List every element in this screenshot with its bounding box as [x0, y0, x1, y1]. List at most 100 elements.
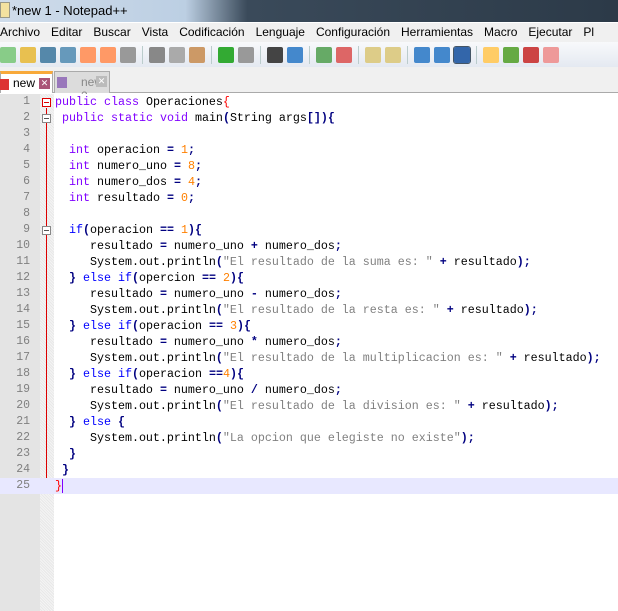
- zoom-in-icon[interactable]: [316, 46, 332, 63]
- code-text[interactable]: }: [55, 447, 76, 461]
- code-line[interactable]: 1 public class Operaciones{: [0, 94, 618, 110]
- sync-v-icon[interactable]: [365, 46, 381, 63]
- indent-guide-icon[interactable]: [453, 45, 471, 64]
- code-text[interactable]: if(operacion == 1){: [55, 223, 202, 237]
- copy-icon[interactable]: [169, 46, 185, 63]
- code-line[interactable]: 3: [0, 126, 618, 142]
- menu-buscar[interactable]: Buscar: [87, 23, 135, 39]
- code-line[interactable]: 25}: [0, 478, 618, 494]
- code-line[interactable]: 10 resultado = numero_uno + numero_dos;: [0, 238, 618, 254]
- code-text[interactable]: int numero_dos = 4;: [55, 175, 202, 189]
- menu-editar[interactable]: Editar: [45, 23, 87, 39]
- code-line[interactable]: 2 public static void main(String args[])…: [0, 110, 618, 126]
- fold-toggle-icon[interactable]: [42, 98, 51, 107]
- line-number: 9: [23, 223, 30, 236]
- code-text[interactable]: System.out.println("La opcion que elegis…: [55, 431, 475, 445]
- menu-archivo[interactable]: Archivo: [0, 23, 45, 39]
- code-text[interactable]: }: [55, 463, 69, 477]
- code-line[interactable]: 23 }: [0, 446, 618, 462]
- fold-toggle-icon[interactable]: [42, 114, 51, 123]
- doc-map-icon[interactable]: [503, 46, 519, 63]
- code-text[interactable]: resultado = numero_uno * numero_dos;: [55, 335, 342, 349]
- redo-icon[interactable]: [238, 46, 254, 63]
- close-icon[interactable]: [80, 46, 96, 63]
- code-line[interactable]: 21 } else {: [0, 414, 618, 430]
- sync-h-icon[interactable]: [385, 46, 401, 63]
- print-icon[interactable]: [120, 46, 136, 63]
- new-icon[interactable]: [0, 46, 16, 63]
- code-line[interactable]: 22 System.out.println("La opcion que ele…: [0, 430, 618, 446]
- code-text[interactable]: public class Operaciones{: [55, 95, 230, 109]
- code-line[interactable]: 18 } else if(operacion ==4){: [0, 366, 618, 382]
- function-list-icon[interactable]: [523, 46, 539, 63]
- find-icon[interactable]: [267, 46, 283, 63]
- code-line[interactable]: 4 int operacion = 1;: [0, 142, 618, 158]
- line-number: 23: [16, 447, 30, 460]
- code-text[interactable]: }: [55, 479, 63, 493]
- unsaved-file-icon: [0, 79, 9, 90]
- code-text[interactable]: int numero_uno = 8;: [55, 159, 202, 173]
- code-line[interactable]: 19 resultado = numero_uno / numero_dos;: [0, 382, 618, 398]
- tab-new-1[interactable]: new 1 ✕: [0, 71, 53, 93]
- code-text[interactable]: } else if(operacion ==4){: [55, 367, 244, 381]
- code-text[interactable]: System.out.println("El resultado de la s…: [55, 255, 531, 269]
- code-text[interactable]: resultado = numero_uno + numero_dos;: [55, 239, 342, 253]
- line-number: 14: [16, 303, 30, 316]
- line-number: 11: [16, 255, 30, 268]
- code-line[interactable]: 17 System.out.println("El resultado de l…: [0, 350, 618, 366]
- cut-icon[interactable]: [149, 46, 165, 63]
- zoom-out-icon[interactable]: [336, 46, 352, 63]
- menu-configuración[interactable]: Configuración: [310, 23, 395, 39]
- replace-icon[interactable]: [287, 46, 303, 63]
- close-tab-icon[interactable]: ✕: [96, 76, 107, 87]
- user-lang-icon[interactable]: [483, 46, 499, 63]
- fold-toggle-icon[interactable]: [42, 226, 51, 235]
- paste-icon[interactable]: [189, 46, 205, 63]
- code-line[interactable]: 11 System.out.println("El resultado de l…: [0, 254, 618, 270]
- save-all-icon[interactable]: [60, 46, 76, 63]
- code-line[interactable]: 9 if(operacion == 1){: [0, 222, 618, 238]
- code-text[interactable]: System.out.println("El resultado de la d…: [55, 399, 559, 413]
- menu-herramientas[interactable]: Herramientas: [395, 23, 478, 39]
- save-icon[interactable]: [40, 46, 56, 63]
- undo-icon[interactable]: [218, 46, 234, 63]
- code-line[interactable]: 24 }: [0, 462, 618, 478]
- menu-macro[interactable]: Macro: [478, 23, 522, 39]
- menu-ejecutar[interactable]: Ejecutar: [522, 23, 577, 39]
- menu-pl[interactable]: Pl: [577, 23, 599, 39]
- code-line[interactable]: 20 System.out.println("El resultado de l…: [0, 398, 618, 414]
- code-text[interactable]: resultado = numero_uno - numero_dos;: [55, 287, 342, 301]
- code-text[interactable]: resultado = numero_uno / numero_dos;: [55, 383, 342, 397]
- tab-new-2[interactable]: new 2✕: [54, 71, 110, 103]
- menu-lenguaje[interactable]: Lenguaje: [250, 23, 310, 39]
- tab-bar: new 1✕ new 2✕: [0, 67, 618, 103]
- menu-codificación[interactable]: Codificación: [173, 23, 249, 39]
- folder-icon[interactable]: [543, 46, 559, 63]
- code-line[interactable]: 6 int numero_dos = 4;: [0, 174, 618, 190]
- code-editor[interactable]: 1 public class Operaciones{2 public stati…: [0, 94, 618, 611]
- code-line[interactable]: 12 } else if(opercion == 2){: [0, 270, 618, 286]
- code-text[interactable]: int operacion = 1;: [55, 143, 195, 157]
- code-text[interactable]: } else if(opercion == 2){: [55, 271, 244, 285]
- open-icon[interactable]: [20, 46, 36, 63]
- code-text[interactable]: System.out.println("El resultado de la m…: [55, 351, 601, 365]
- code-text[interactable]: public static void main(String args[]){: [55, 111, 335, 125]
- code-line[interactable]: 13 resultado = numero_uno - numero_dos;: [0, 286, 618, 302]
- code-line[interactable]: 16 resultado = numero_uno * numero_dos;: [0, 334, 618, 350]
- line-number: 8: [23, 207, 30, 220]
- code-line[interactable]: 14 System.out.println("El resultado de l…: [0, 302, 618, 318]
- code-text[interactable]: } else if(operacion == 3){: [55, 319, 251, 333]
- menu-vista[interactable]: Vista: [136, 23, 173, 39]
- close-all-icon[interactable]: [100, 46, 116, 63]
- code-line[interactable]: 15 } else if(operacion == 3){: [0, 318, 618, 334]
- all-chars-icon[interactable]: [434, 46, 450, 63]
- code-line[interactable]: 8: [0, 206, 618, 222]
- wrap-icon[interactable]: [414, 46, 430, 63]
- code-text[interactable]: System.out.println("El resultado de la r…: [55, 303, 538, 317]
- close-tab-icon[interactable]: ✕: [39, 78, 50, 89]
- code-text[interactable]: } else {: [55, 415, 125, 429]
- code-line[interactable]: 5 int numero_uno = 8;: [0, 158, 618, 174]
- code-line[interactable]: 7 int resultado = 0;: [0, 190, 618, 206]
- title-bar: *new 1 - Notepad++: [0, 0, 618, 22]
- code-text[interactable]: int resultado = 0;: [55, 191, 195, 205]
